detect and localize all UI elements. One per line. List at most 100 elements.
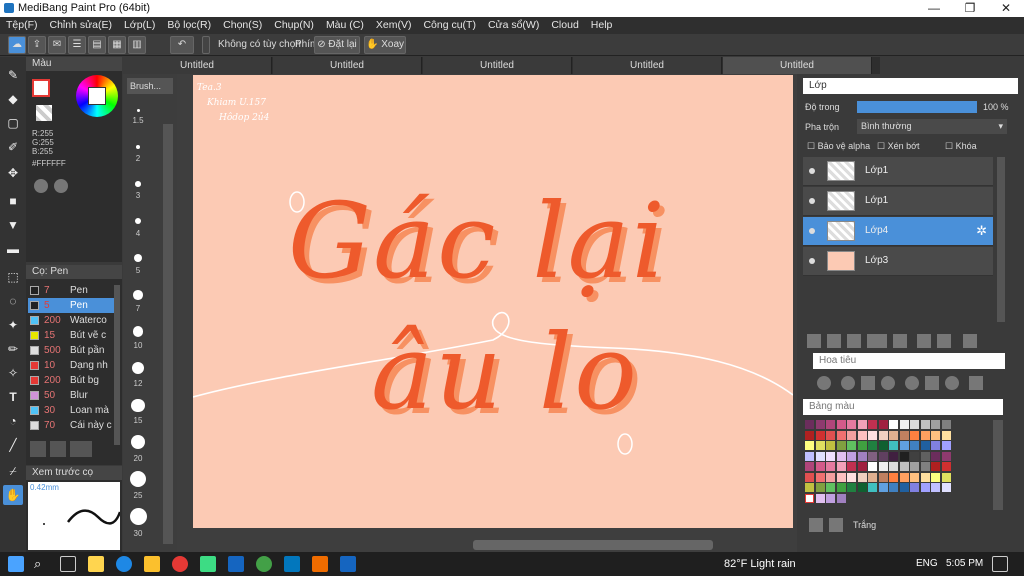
palette-swatch[interactable] (847, 483, 856, 492)
edge-icon[interactable] (116, 556, 132, 572)
opacity-slider[interactable] (857, 101, 977, 113)
palette-swatch[interactable] (878, 441, 888, 450)
brush-size-dot[interactable] (133, 253, 143, 262)
file-explorer-icon[interactable] (144, 556, 160, 572)
palette-swatch[interactable] (836, 462, 846, 471)
palette-swatch[interactable] (910, 483, 919, 492)
layer-row[interactable]: Lớp3 (803, 247, 993, 276)
palette-swatch[interactable] (826, 483, 835, 492)
palette-swatch[interactable] (857, 420, 867, 429)
palette-swatch[interactable] (815, 483, 825, 492)
palette-swatch[interactable] (836, 493, 846, 503)
menu-file[interactable]: Tệp(F) (0, 17, 44, 34)
delete-swatch-icon[interactable] (829, 518, 843, 532)
brush-size-dot[interactable] (129, 507, 147, 525)
zoom-in-2-icon[interactable] (841, 376, 855, 390)
menu-select[interactable]: Chọn(S) (217, 17, 268, 34)
menu-help[interactable]: Help (585, 17, 619, 34)
reset-button[interactable]: ⊘ Đặt lại (314, 36, 360, 54)
palette-swatch[interactable] (899, 451, 909, 461)
delete-layer-icon[interactable] (963, 334, 977, 348)
upload-icon[interactable]: ⇪ (28, 36, 46, 54)
rotate-reset-icon[interactable] (925, 376, 939, 390)
visibility-icon[interactable] (809, 258, 815, 264)
palette-swatch[interactable] (868, 462, 877, 471)
brush-item[interactable]: 200 Waterco (28, 313, 114, 328)
rotate-left-icon[interactable] (905, 376, 919, 390)
palette-icon[interactable] (34, 179, 48, 193)
palette-swatch[interactable] (920, 472, 930, 482)
brush-item[interactable]: 70 Cái này c (28, 418, 114, 433)
palette-swatch[interactable] (836, 483, 846, 492)
new-brush-icon[interactable] (50, 441, 66, 457)
brush-item[interactable]: 15 Bút vẽ c (28, 328, 114, 343)
fit-icon[interactable] (861, 376, 875, 390)
size-scrollbar[interactable] (163, 124, 173, 544)
hand-tool-icon[interactable]: ✋ (3, 485, 23, 505)
palette-swatch[interactable] (847, 451, 856, 461)
palette-swatch[interactable] (878, 472, 888, 482)
clip-checkbox[interactable]: ☐ Xén bớt (877, 141, 920, 152)
folder-icon[interactable] (893, 334, 907, 348)
palette-swatch[interactable] (941, 483, 951, 492)
palette-swatch[interactable] (899, 441, 909, 450)
maximize-button[interactable]: ❐ (952, 0, 988, 17)
move-tool-icon[interactable]: ✥ (3, 163, 23, 183)
palette-swatch[interactable] (889, 483, 898, 492)
palette-swatch[interactable] (826, 462, 835, 471)
divide-tool-icon[interactable]: ╱ (3, 435, 23, 455)
horizontal-scrollbar[interactable] (473, 540, 713, 550)
brush-size-dot[interactable] (136, 109, 140, 112)
palette-swatch[interactable] (889, 441, 898, 450)
brush-item[interactable]: 10 Dạng nh (28, 358, 114, 373)
layer-row[interactable]: Lớp1 (803, 157, 993, 186)
close-button[interactable]: ✕ (988, 0, 1024, 17)
brush-size-dot[interactable] (135, 145, 141, 150)
brush-item[interactable]: 7 Pen (28, 283, 114, 298)
layout-icon[interactable]: ▥ (128, 36, 146, 54)
brush-size-dot[interactable] (132, 326, 144, 337)
eyedropper-icon[interactable]: ⌿ (3, 461, 23, 481)
menu-tools[interactable]: Công cụ(T) (417, 17, 482, 34)
palette-swatch[interactable] (815, 451, 825, 461)
text-tool-icon[interactable]: T (3, 387, 23, 407)
palette-swatch[interactable] (941, 420, 951, 429)
tab-untitled-5[interactable]: Untitled (723, 57, 872, 74)
lasso-tool-icon[interactable]: ◌ (3, 291, 23, 311)
rotate-right-icon[interactable] (945, 376, 959, 390)
palette-swatch[interactable] (868, 483, 877, 492)
menu-view[interactable]: Xem(V) (370, 17, 418, 34)
new-layer-icon[interactable] (807, 334, 821, 348)
zoom-out-icon[interactable] (881, 376, 895, 390)
comment-icon[interactable]: ✉ (48, 36, 66, 54)
palette-swatch[interactable] (826, 441, 835, 450)
duplicate-layer-icon[interactable] (917, 334, 931, 348)
palette-swatch[interactable] (836, 451, 846, 461)
medibang-taskbar-icon[interactable] (200, 556, 216, 572)
palette-swatch[interactable] (857, 483, 867, 492)
select-tool-icon[interactable]: ⬚ (3, 267, 23, 287)
palette-swatch[interactable] (868, 441, 877, 450)
layer-row[interactable]: Lớp1 (803, 187, 993, 216)
new-layer-3-icon[interactable] (847, 334, 861, 348)
palette-swatch[interactable] (805, 441, 814, 450)
palette-swatch[interactable] (847, 420, 856, 429)
brush-size-dot[interactable] (135, 181, 141, 187)
protect-alpha-checkbox[interactable]: ☐ Bảo vệ alpha (807, 141, 870, 152)
palette-swatch[interactable] (920, 462, 930, 471)
add-swatch-icon[interactable] (809, 518, 823, 532)
palette-swatch[interactable] (899, 420, 909, 429)
menu-layer[interactable]: Lớp(L) (118, 17, 161, 34)
palette-swatch[interactable] (931, 451, 940, 461)
palette-swatch[interactable] (889, 430, 898, 440)
palette-swatch[interactable] (889, 462, 898, 471)
blend-mode-select[interactable]: Bình thường ▾ (857, 119, 1007, 134)
tab-untitled-3[interactable]: Untitled (423, 57, 572, 74)
palette-swatch[interactable] (910, 420, 919, 429)
palette-swatch[interactable] (878, 430, 888, 440)
brush-scrollbar[interactable] (114, 285, 120, 445)
visibility-icon[interactable] (809, 228, 815, 234)
palette-swatch[interactable] (836, 430, 846, 440)
word-icon[interactable] (340, 556, 356, 572)
palette-swatch[interactable] (815, 462, 825, 471)
